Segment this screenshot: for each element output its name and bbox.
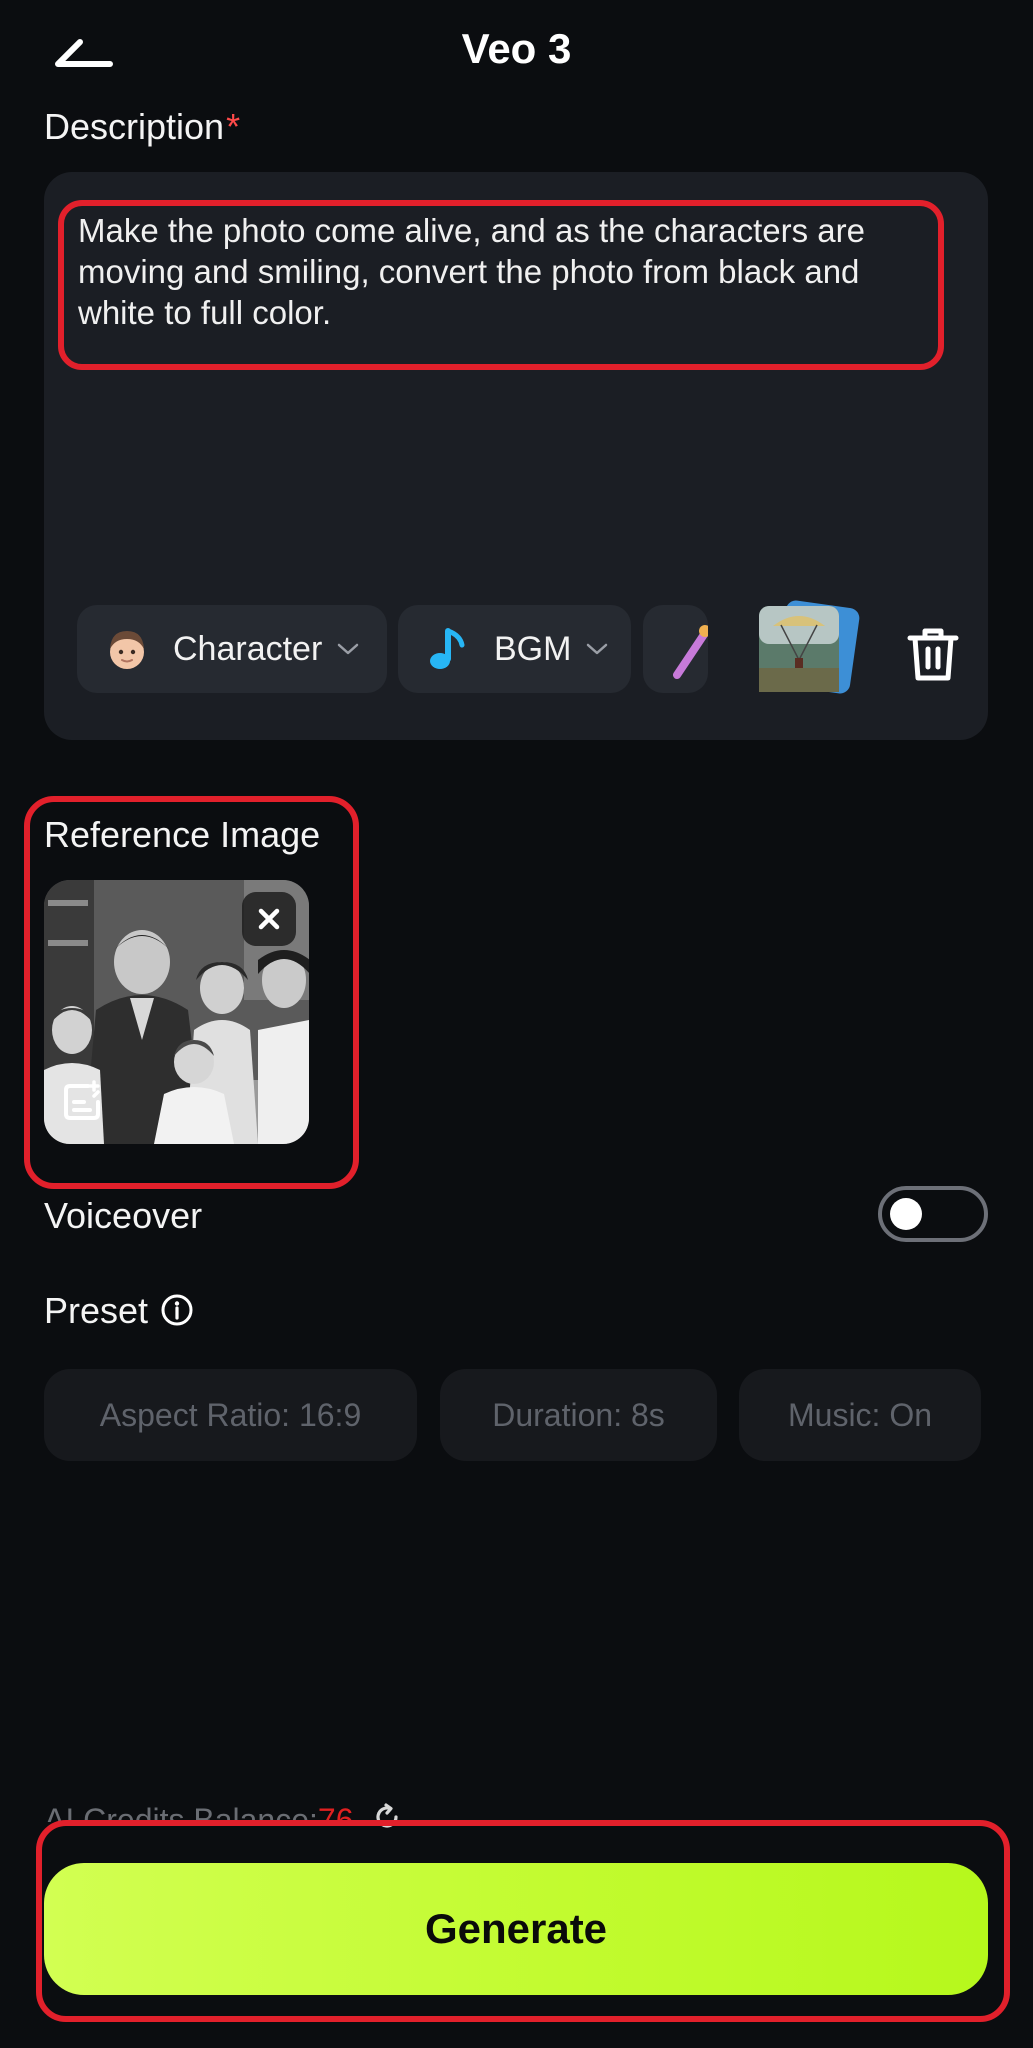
effects-chip[interactable] xyxy=(643,605,708,693)
generate-button[interactable]: Generate xyxy=(44,1863,988,1995)
bgm-chip[interactable]: BGM xyxy=(398,605,631,693)
required-mark: * xyxy=(226,106,241,147)
chevron-down-icon xyxy=(338,643,359,655)
bgm-chip-label: BGM xyxy=(494,629,572,668)
character-chip-label: Character xyxy=(173,629,323,668)
magic-wand-icon xyxy=(673,625,708,679)
edit-image-button[interactable] xyxy=(58,1078,106,1126)
refresh-credits-button[interactable] xyxy=(372,1802,402,1832)
preset-duration[interactable]: Duration: 8s xyxy=(440,1369,717,1461)
preset-aspect-ratio[interactable]: Aspect Ratio: 16:9 xyxy=(44,1369,417,1461)
credits-balance: AI Credits Balance:76 xyxy=(44,1800,354,1838)
voiceover-label: Voiceover xyxy=(44,1195,203,1236)
close-icon xyxy=(258,908,280,930)
delete-button[interactable] xyxy=(904,624,962,684)
reference-image-label: Reference Image xyxy=(44,814,321,855)
credits-label: AI Credits Balance: xyxy=(44,1802,318,1838)
credits-value: 76 xyxy=(317,1802,354,1838)
preset-music[interactable]: Music: On xyxy=(739,1369,981,1461)
character-face-icon xyxy=(103,625,151,673)
chevron-down-icon xyxy=(587,643,608,655)
image-stack-thumbnail[interactable] xyxy=(755,598,860,698)
character-chip[interactable]: Character xyxy=(77,605,387,693)
generate-button-label: Generate xyxy=(424,1905,608,1952)
trash-icon xyxy=(907,628,959,681)
preset-label: Preset xyxy=(44,1290,149,1331)
image-edit-icon xyxy=(64,1080,100,1120)
voiceover-toggle[interactable] xyxy=(878,1186,988,1242)
description-input[interactable]: Make the photo come alive, and as the ch… xyxy=(78,210,938,333)
description-label: Description* xyxy=(44,104,240,150)
description-label-text: Description xyxy=(44,106,225,147)
preset-info-button[interactable] xyxy=(160,1293,194,1327)
toggle-knob xyxy=(890,1198,922,1230)
remove-reference-button[interactable] xyxy=(242,892,296,946)
refresh-icon xyxy=(376,1803,398,1828)
page-title: Veo 3 xyxy=(461,25,572,72)
info-icon xyxy=(161,1294,193,1326)
music-note-icon xyxy=(424,625,472,673)
